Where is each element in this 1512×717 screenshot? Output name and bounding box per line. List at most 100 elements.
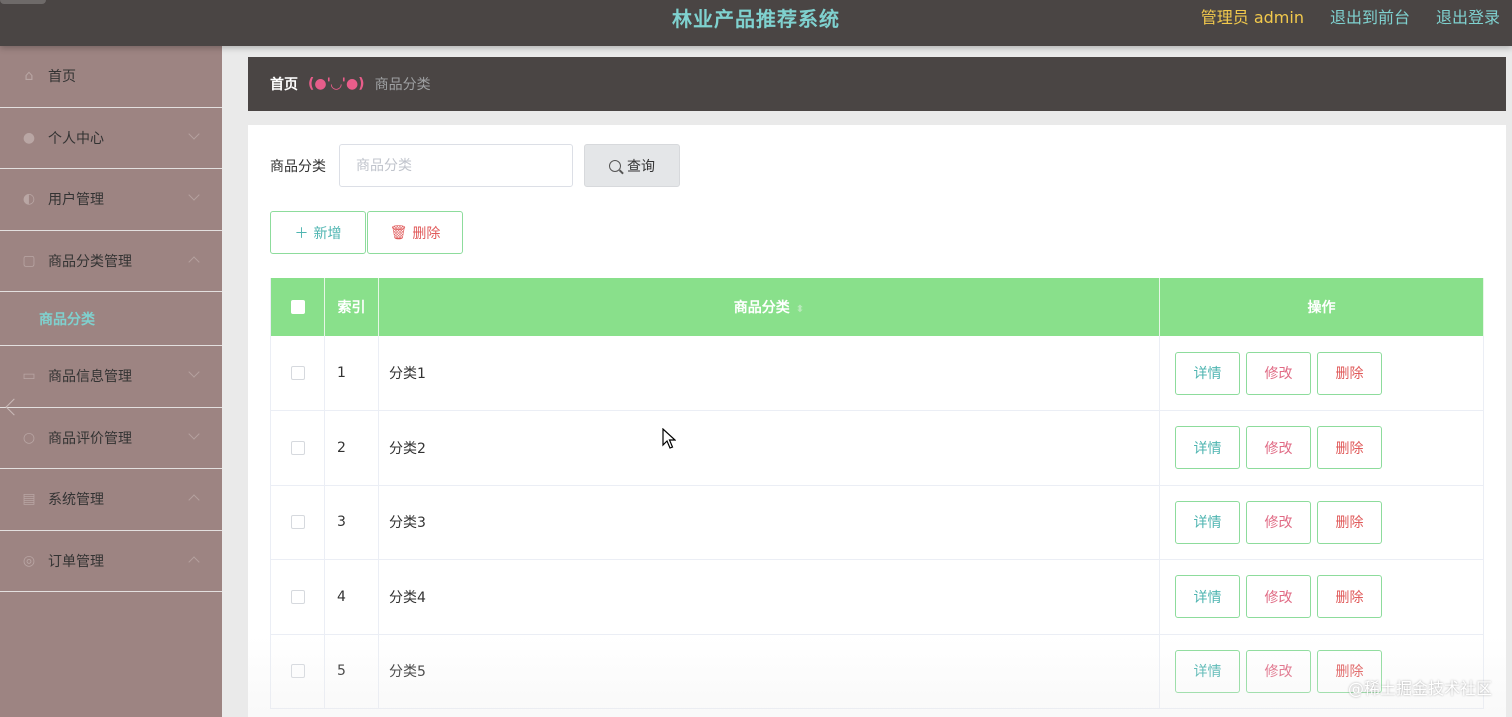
chevron-down-icon [188, 427, 200, 440]
chevron-down-icon [188, 189, 200, 201]
breadcrumb-current: 商品分类 [374, 77, 431, 93]
detail-button[interactable]: 详情 [1175, 426, 1240, 470]
header-index: 索引 [324, 278, 379, 336]
sidebar-item-label: 个人中心 [48, 130, 104, 147]
delete-button[interactable]: 🗑 删除 [367, 211, 463, 254]
person-icon: ● [22, 129, 36, 146]
chevron-up-icon [188, 255, 200, 268]
row-check-cell [270, 634, 325, 709]
row-category-name: 分类2 [378, 410, 1160, 486]
row-category-name: 分类5 [378, 634, 1160, 709]
user-manage-icon: ◐ [22, 191, 36, 208]
action-row: ＋ 新增 🗑 删除 [270, 211, 463, 254]
header-category[interactable]: 商品分类 ⬍ [378, 278, 1160, 336]
sort-icon[interactable]: ⬍ [796, 304, 804, 315]
sidebar-item-review-management[interactable]: ○ 商品评价管理 [0, 408, 222, 469]
sidebar-item-system-management[interactable]: ▤ 系统管理 [0, 469, 222, 531]
top-header: 林业产品推荐系统 管理员 admin 退出到前台 退出登录 [0, 0, 1512, 46]
system-icon: ▤ [22, 491, 36, 508]
row-check-cell [270, 485, 325, 560]
edit-button[interactable]: 修改 [1246, 351, 1311, 395]
row-index: 1 [324, 336, 379, 411]
sidebar-item-label: 商品信息管理 [48, 369, 132, 386]
add-button[interactable]: ＋ 新增 [270, 211, 366, 254]
sidebar-item-goods-management[interactable]: ▭ 商品信息管理 [0, 346, 222, 408]
search-button[interactable]: 查询 [584, 144, 680, 187]
sidebar-item-label: 系统管理 [48, 492, 104, 509]
edit-button[interactable]: 修改 [1246, 426, 1311, 470]
detail-button[interactable]: 详情 [1175, 649, 1240, 693]
table-row: 1 分类1 详情 修改 删除 [270, 336, 1484, 411]
row-checkbox[interactable] [290, 664, 305, 679]
table-header-row: 索引 商品分类 ⬍ 操作 [270, 278, 1484, 336]
chevron-down-icon [188, 127, 200, 140]
row-ops: 详情 修改 删除 [1159, 559, 1484, 635]
row-ops: 详情 修改 删除 [1159, 410, 1484, 486]
add-button-label: 新增 [313, 225, 342, 242]
edit-button[interactable]: 修改 [1246, 500, 1311, 544]
sidebar-item-personal-center[interactable]: ● 个人中心 [0, 108, 222, 169]
sidebar-item-category-management[interactable]: ▢ 商品分类管理 [0, 231, 222, 292]
select-all-cell [270, 278, 325, 336]
trash-icon: 🗑 [389, 224, 408, 241]
sidebar-item-label: 首页 [48, 69, 76, 86]
search-input[interactable] [339, 144, 573, 187]
detail-button[interactable]: 详情 [1175, 500, 1240, 544]
row-checkbox[interactable] [290, 515, 305, 530]
row-checkbox[interactable] [290, 440, 305, 455]
row-index: 4 [324, 559, 379, 635]
sidebar-item-label: 商品分类管理 [48, 253, 132, 270]
edit-button[interactable]: 修改 [1246, 575, 1311, 619]
sidebar: ⌂ 首页 ● 个人中心 ◐ 用户管理 ▢ 商品分类管理 商品分类 ▭ 商品信息管… [0, 46, 222, 717]
sidebar-subitem-category[interactable]: 商品分类 [0, 292, 222, 346]
content-panel: 商品分类 查询 ＋ 新增 🗑 删除 索 [248, 125, 1506, 717]
table-row: 5 分类5 详情 修改 删除 [270, 634, 1484, 709]
sidebar-item-label: 订单管理 [48, 553, 104, 570]
row-ops: 详情 修改 删除 [1159, 336, 1484, 411]
back-to-front-link[interactable]: 退出到前台 [1330, 4, 1410, 28]
table-row: 4 分类4 详情 修改 删除 [270, 559, 1484, 635]
row-check-cell [270, 336, 325, 411]
row-delete-button[interactable]: 删除 [1317, 500, 1382, 544]
breadcrumb: 首页 (●'◡'●) 商品分类 [248, 57, 1506, 111]
breadcrumb-emoticon: (●'◡'●) [308, 76, 365, 92]
detail-button[interactable]: 详情 [1175, 575, 1240, 619]
goods-icon: ▭ [22, 368, 36, 385]
row-index: 2 [324, 410, 379, 486]
detail-button[interactable]: 详情 [1175, 351, 1240, 395]
search-row: 商品分类 查询 [270, 144, 680, 187]
review-icon: ○ [22, 429, 36, 446]
row-checkbox[interactable] [290, 589, 305, 604]
search-button-label: 查询 [627, 158, 655, 175]
header-ops: 操作 [1159, 278, 1484, 336]
table-row: 3 分类3 详情 修改 删除 [270, 485, 1484, 560]
search-label: 商品分类 [270, 158, 326, 175]
edit-button[interactable]: 修改 [1246, 649, 1311, 693]
select-all-checkbox[interactable] [290, 300, 305, 314]
search-icon [609, 159, 621, 172]
row-check-cell [270, 559, 325, 635]
sidebar-item-order-management[interactable]: ◎ 订单管理 [0, 531, 222, 592]
row-delete-button[interactable]: 删除 [1317, 351, 1382, 395]
mouse-cursor-icon [662, 428, 676, 449]
sidebar-item-label: 用户管理 [48, 192, 104, 209]
row-delete-button[interactable]: 删除 [1317, 575, 1382, 619]
row-category-name: 分类3 [378, 485, 1160, 560]
home-icon: ⌂ [24, 68, 34, 85]
main-content: 首页 (●'◡'●) 商品分类 商品分类 查询 ＋ 新增 🗑 删除 [222, 46, 1512, 717]
row-index: 5 [324, 634, 379, 709]
sidebar-item-home[interactable]: ⌂ 首页 [0, 46, 222, 108]
category-table: 索引 商品分类 ⬍ 操作 1 分类1 详情 修改 删除 2 分类2 详情 修改 … [270, 278, 1484, 709]
sidebar-item-user-management[interactable]: ◐ 用户管理 [0, 169, 222, 231]
row-delete-button[interactable]: 删除 [1317, 426, 1382, 470]
row-checkbox[interactable] [290, 366, 305, 380]
category-icon: ▢ [22, 252, 36, 269]
sidebar-item-label: 商品评价管理 [48, 430, 132, 447]
header-category-label: 商品分类 [733, 300, 790, 316]
breadcrumb-home[interactable]: 首页 [270, 74, 298, 94]
row-category-name: 分类4 [378, 559, 1160, 635]
logout-link[interactable]: 退出登录 [1436, 4, 1500, 28]
chevron-down-icon [188, 366, 200, 378]
delete-button-label: 删除 [412, 225, 441, 242]
row-ops: 详情 修改 删除 [1159, 485, 1484, 560]
